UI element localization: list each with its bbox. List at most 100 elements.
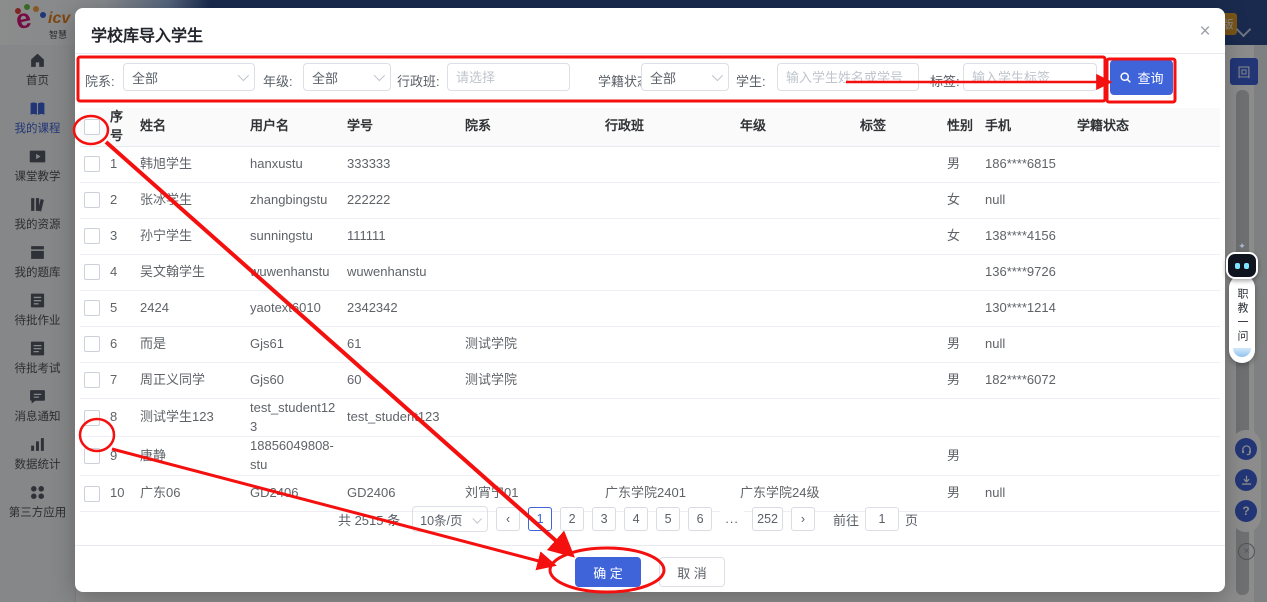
table-cell: 4 xyxy=(110,263,140,282)
class-input[interactable] xyxy=(447,63,570,91)
modal-footer: 确 定 取 消 xyxy=(75,545,1225,592)
table-cell: wuwenhanstu xyxy=(250,263,347,282)
row-checkbox[interactable] xyxy=(84,336,100,352)
goto-unit-label: 页 xyxy=(905,510,918,529)
total-count: 共 2515 条 xyxy=(338,510,400,529)
grade-select[interactable]: 全部 xyxy=(303,63,391,91)
table-row: 8测试学生123test_student123test_student123 xyxy=(80,399,1220,438)
assistant-widget[interactable]: ✦ 职教一问 xyxy=(1226,242,1258,363)
pagination: 共 2515 条 10条/页 ‹ 123456... 252 › 前往 页 xyxy=(53,506,1203,532)
column-header: 性别 xyxy=(947,117,985,136)
column-header: 用户名 xyxy=(250,117,347,136)
tag-input[interactable] xyxy=(963,63,1097,91)
table-cell: 而是 xyxy=(140,335,250,354)
row-checkbox[interactable] xyxy=(84,372,100,388)
page-size-select[interactable]: 10条/页 xyxy=(412,506,488,532)
page-button[interactable]: 252 xyxy=(752,507,783,531)
page-ellipsis: ... xyxy=(720,507,744,531)
close-icon[interactable]: × xyxy=(1193,20,1217,44)
row-checkbox[interactable] xyxy=(84,486,100,502)
import-students-modal: 学校库导入学生 × 院系: 全部 年级: 全部 行政班: 学籍状态: 全部 学生… xyxy=(75,8,1225,592)
search-icon xyxy=(1119,71,1132,84)
assistant-label: 职教一问 xyxy=(1234,288,1250,344)
table-cell: yaotext6010 xyxy=(250,299,347,318)
table-cell: 男 xyxy=(947,484,985,503)
table-cell: 测试学院 xyxy=(465,371,605,390)
table-cell: 周正义同学 xyxy=(140,371,250,390)
table-cell: 孙宁学生 xyxy=(140,227,250,246)
table-row: 4吴文翰学生wuwenhanstuwuwenhanstu136****9726 xyxy=(80,255,1220,291)
table-cell: 唐静 xyxy=(140,447,250,466)
app-root: e icv 智慧 版 首页 我的课程 课堂教学 我的资源 xyxy=(0,0,1267,602)
page-button[interactable]: 4 xyxy=(624,507,648,531)
table-cell: 女 xyxy=(947,191,985,210)
table-cell: zhangbingstu xyxy=(250,191,347,210)
table-cell: 9 xyxy=(110,447,140,466)
student-search-input[interactable] xyxy=(777,63,919,91)
table-cell: 广东学院2401 xyxy=(605,484,740,503)
confirm-button[interactable]: 确 定 xyxy=(575,557,641,587)
goto-label: 前往 xyxy=(833,510,859,529)
table-cell: 8 xyxy=(110,408,140,427)
assistant-pill[interactable]: 职教一问 xyxy=(1229,275,1255,363)
table-cell: 广东学院24级 xyxy=(740,484,860,503)
row-checkbox[interactable] xyxy=(84,192,100,208)
table-cell: 222222 xyxy=(347,191,465,210)
page-button[interactable]: 6 xyxy=(688,507,712,531)
table-cell: 韩旭学生 xyxy=(140,155,250,174)
column-header: 标签 xyxy=(860,117,947,136)
table-cell: 182****6072 xyxy=(985,371,1077,390)
column-header: 序号 xyxy=(110,108,140,146)
next-page-button[interactable]: › xyxy=(791,507,815,531)
table-cell: GD2406 xyxy=(347,484,465,503)
search-button[interactable]: 查询 xyxy=(1110,60,1173,95)
table-cell: 刘宵宁01 xyxy=(465,484,605,503)
table-cell: 广东06 xyxy=(140,484,250,503)
row-checkbox[interactable] xyxy=(84,228,100,244)
column-header: 手机 xyxy=(985,117,1077,136)
select-all-checkbox[interactable] xyxy=(84,119,100,135)
table-body: 1韩旭学生hanxustu333333男186****68152张冰学生zhan… xyxy=(80,147,1220,512)
students-table: 序号姓名用户名学号院系行政班年级标签性别手机学籍状态 1韩旭学生hanxustu… xyxy=(80,108,1220,512)
row-checkbox[interactable] xyxy=(84,264,100,280)
goto-page-input[interactable] xyxy=(865,507,899,531)
row-checkbox[interactable] xyxy=(84,410,100,426)
table-row: 1韩旭学生hanxustu333333男186****6815 xyxy=(80,147,1220,183)
page-button[interactable]: 2 xyxy=(560,507,584,531)
prev-page-button[interactable]: ‹ xyxy=(496,507,520,531)
table-cell: null xyxy=(985,484,1077,503)
table-cell: 2424 xyxy=(140,299,250,318)
column-header: 行政班 xyxy=(605,117,740,136)
table-cell: 18856049808-stu xyxy=(250,437,347,475)
page-button[interactable]: 1 xyxy=(528,507,552,531)
status-select[interactable]: 全部 xyxy=(641,63,729,91)
grade-select-value: 全部 xyxy=(312,68,338,87)
row-checkbox[interactable] xyxy=(84,300,100,316)
status-select-value: 全部 xyxy=(650,68,676,87)
chevron-down-icon xyxy=(472,513,482,523)
table-cell: 男 xyxy=(947,335,985,354)
page-size-value: 10条/页 xyxy=(420,510,462,529)
filter-bar: 院系: 全部 年级: 全部 行政班: 学籍状态: 全部 学生: 标签: xyxy=(75,53,1225,105)
column-header: 姓名 xyxy=(140,117,250,136)
page-button[interactable]: 5 xyxy=(656,507,680,531)
table-cell: 61 xyxy=(347,335,465,354)
dept-select-value: 全部 xyxy=(132,68,158,87)
table-cell: 2342342 xyxy=(347,299,465,318)
table-cell: sunningstu xyxy=(250,227,347,246)
table-row: 6而是Gjs6161测试学院男null xyxy=(80,327,1220,363)
page-button[interactable]: 3 xyxy=(592,507,616,531)
row-checkbox[interactable] xyxy=(84,156,100,172)
table-cell: null xyxy=(985,335,1077,354)
search-button-label: 查询 xyxy=(1137,68,1163,87)
table-cell: 2 xyxy=(110,191,140,210)
column-header: 学号 xyxy=(347,117,465,136)
table-cell: 6 xyxy=(110,335,140,354)
dept-select[interactable]: 全部 xyxy=(123,63,255,91)
table-cell: 333333 xyxy=(347,155,465,174)
table-cell: 136****9726 xyxy=(985,263,1077,282)
cancel-button[interactable]: 取 消 xyxy=(659,557,725,587)
robot-icon xyxy=(1226,252,1258,279)
modal-title: 学校库导入学生 xyxy=(91,22,203,46)
row-checkbox[interactable] xyxy=(84,448,100,464)
